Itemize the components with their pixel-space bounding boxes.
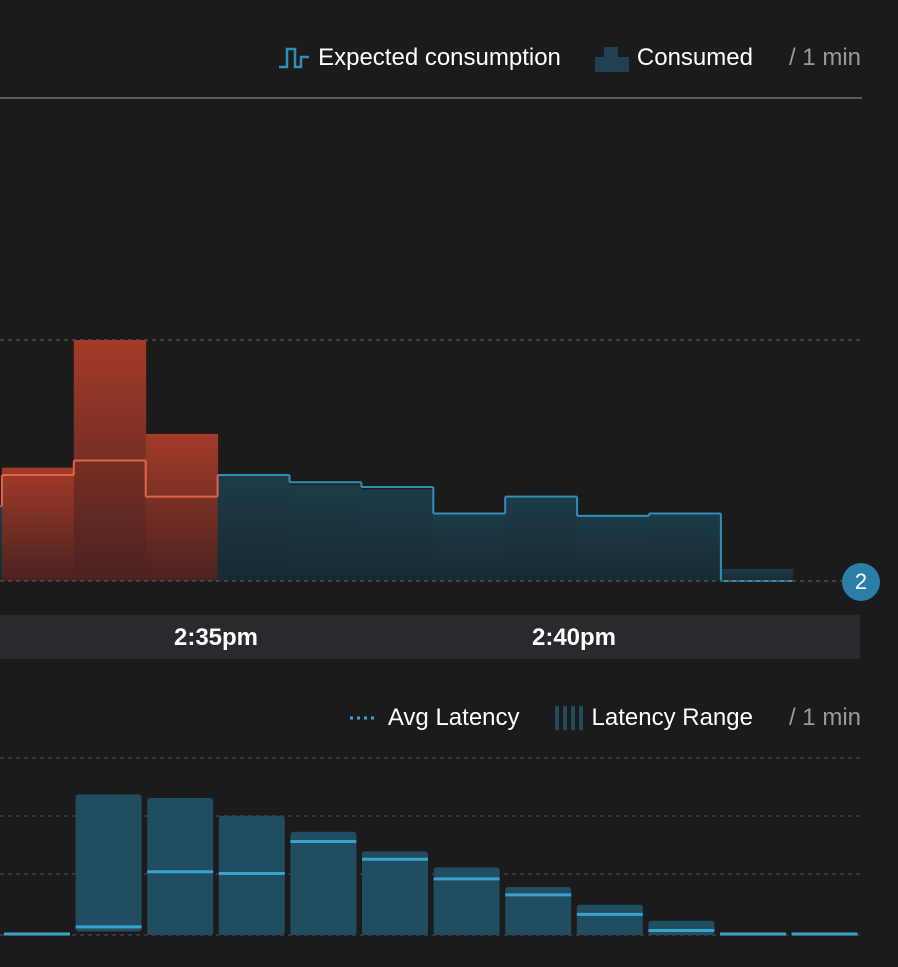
legend-expected-label: Expected consumption [318, 44, 561, 71]
consumed-bar [577, 515, 650, 581]
consumed-bar [649, 513, 722, 581]
legend-avg-latency[interactable]: Avg Latency [348, 704, 520, 732]
legend-consumed[interactable]: Consumed [594, 44, 753, 72]
latency-chart [0, 757, 862, 936]
consumed-bar [433, 513, 506, 581]
legend-range-label: Latency Range [591, 704, 753, 731]
step-area-icon [594, 47, 629, 72]
latency-range-bar [362, 851, 428, 935]
dotted-line-icon [349, 716, 378, 720]
consumption-legend: Expected consumption Consumed / 1 min [278, 44, 861, 72]
consumed-bar [217, 474, 290, 581]
over-consumption-bar [1, 467, 75, 581]
consumed-bar [289, 484, 362, 581]
x-tick-label: 2:35pm [173, 624, 259, 651]
consumed-bar [361, 489, 434, 581]
latency-range-bar [648, 920, 715, 935]
consumption-interval: / 1 min [788, 44, 861, 71]
latency-legend: Avg Latency Latency Range / 1 min [348, 704, 861, 732]
latency-interval: / 1 min [788, 704, 861, 731]
over-consumption-bar [145, 433, 219, 581]
x-tick-label: 2:40pm [531, 624, 617, 651]
time-axis: 2:35pm 2:40pm [0, 615, 860, 659]
consumed-bar [720, 568, 794, 581]
legend-expected-consumption[interactable]: Expected consumption [278, 44, 561, 72]
latency-range-bar [75, 794, 142, 932]
latency-range-bar [218, 815, 285, 935]
range-bars-icon [554, 706, 583, 730]
latency-range-bar [290, 831, 357, 935]
legend-avg-label: Avg Latency [387, 704, 520, 731]
legend-consumed-label: Consumed [636, 44, 753, 71]
consumption-chart [0, 339, 862, 582]
latency-range-bar [147, 797, 214, 935]
legend-latency-range[interactable]: Latency Range [554, 704, 753, 732]
step-line-icon [279, 47, 310, 69]
consumed-bar [505, 496, 578, 581]
count-badge[interactable]: 2 [842, 563, 880, 601]
latency-range-bar [576, 904, 643, 935]
